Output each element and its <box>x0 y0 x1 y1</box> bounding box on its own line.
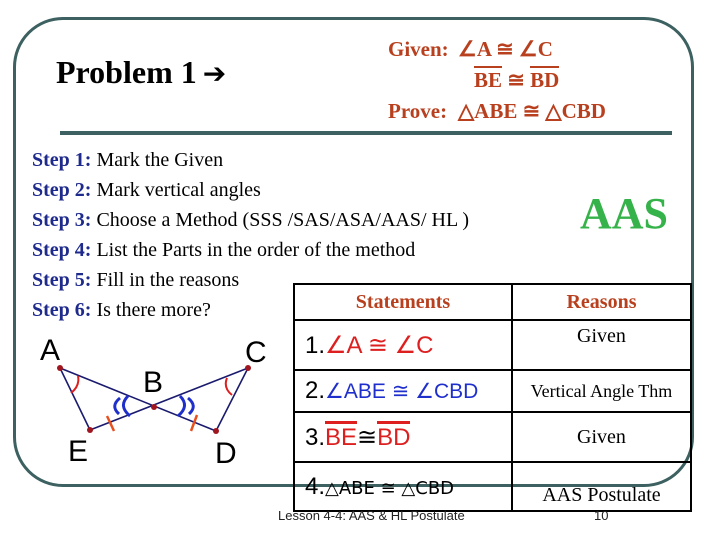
prove-label: Prove: <box>388 99 448 123</box>
step-text: Mark the Given <box>96 149 224 171</box>
row-number: 1. <box>305 331 326 359</box>
header-statements: Statements <box>293 283 513 321</box>
title-divider <box>60 131 672 135</box>
label-b: B <box>143 366 163 399</box>
step-text: List the Parts in the order of the metho… <box>96 239 416 261</box>
statement-cell: 1.∠A ≅ ∠C <box>293 319 513 371</box>
footer-page-number: 10 <box>594 508 609 523</box>
statement-text: ∠ABE ≅ ∠CBD <box>325 380 479 403</box>
row-number: 4. <box>305 472 326 500</box>
prove-statement: △ABE ≅ △CBD <box>458 99 606 123</box>
reason-cell: Vertical Angle Thm <box>511 369 692 413</box>
label-e: E <box>68 435 88 468</box>
angle-abe-mark <box>113 396 121 416</box>
segment-be: BE <box>474 66 503 92</box>
angle-a-mark <box>70 375 80 394</box>
table-row: 2.∠ABE ≅ ∠CBD Vertical Angle Thm <box>293 369 692 413</box>
vertex-e <box>87 427 93 433</box>
reason-cell: AAS Postulate <box>511 461 692 512</box>
row-number: 2. <box>305 377 326 404</box>
statement-cell: 3.BE≅BD <box>293 411 513 463</box>
given-prove-box: Given: ∠A ≅ ∠C BE ≅ BD Prove: △ABE ≅ △CBD <box>388 34 606 127</box>
footer-lesson: Lesson 4-4: AAS & HL Postulate <box>278 508 465 523</box>
step-label: Step 6: <box>32 299 92 321</box>
step-label: Step 4: <box>32 239 92 261</box>
segment-ae <box>59 367 91 431</box>
method-answer: AAS <box>580 189 669 238</box>
table-row: 1.∠A ≅ ∠C Given <box>293 319 692 371</box>
angle-c-mark <box>224 377 233 396</box>
step-item: Step 2: Mark vertical angles <box>32 175 469 205</box>
step-label: Step 3: <box>32 209 92 231</box>
slide-title: Problem 1 ➔ <box>56 54 226 91</box>
step-text: Is there more? <box>96 299 211 321</box>
congruent-symbol: ≅ <box>357 423 378 451</box>
step-text: Choose a Method (SSS /SAS/ASA/AAS/ HL ) <box>96 209 470 231</box>
table-row: 3.BE≅BD Given <box>293 411 692 463</box>
step-label: Step 2: <box>32 179 92 201</box>
segment-ad <box>59 367 217 432</box>
angle-cbd-mark <box>176 394 186 418</box>
statement-cell: 4.△ABE ≅ △CBD <box>293 461 513 512</box>
table-row: 4.△ABE ≅ △CBD AAS Postulate <box>293 461 692 512</box>
label-a: A <box>40 334 60 367</box>
given-segments-row: BE ≅ BD <box>388 65 606 96</box>
given-label: Given: <box>388 37 449 61</box>
reason-cell: Given <box>511 319 692 371</box>
given-row: Given: ∠A ≅ ∠C <box>388 34 606 65</box>
statement-text: ∠A ≅ ∠C <box>325 331 434 359</box>
statement-cell: 2.∠ABE ≅ ∠CBD <box>293 369 513 413</box>
vertex-d <box>213 428 219 434</box>
reason-cell: Given <box>511 411 692 463</box>
prove-row: Prove: △ABE ≅ △CBD <box>388 96 606 127</box>
proof-table: Statements Reasons 1.∠A ≅ ∠C Given 2.∠AB… <box>293 283 692 512</box>
title-text: Problem 1 <box>56 54 197 90</box>
segment-bd: BD <box>530 66 560 92</box>
step-item: Step 3: Choose a Method (SSS /SAS/ASA/AA… <box>32 205 469 235</box>
vertex-b <box>151 404 157 410</box>
label-d: D <box>215 437 237 470</box>
table-header-row: Statements Reasons <box>293 283 692 321</box>
segment-ec <box>89 367 249 431</box>
step-label: Step 1: <box>32 149 92 171</box>
step-item: Step 4: List the Parts in the order of t… <box>32 235 469 265</box>
row-number: 3. <box>305 423 326 451</box>
triangle-diagram: A B C D E <box>40 334 267 470</box>
statement-text: △ABE ≅ △CBD <box>325 477 455 499</box>
step-label: Step 5: <box>32 269 92 291</box>
header-reasons: Reasons <box>511 283 692 321</box>
segment-cd <box>215 367 249 432</box>
step-item: Step 1: Mark the Given <box>32 145 469 175</box>
angle-abe-mark <box>122 394 132 418</box>
label-c: C <box>245 336 267 369</box>
segment-be: BE <box>325 420 358 451</box>
right-arrow-icon: ➔ <box>202 57 227 90</box>
given-angles: ∠A ≅ ∠C <box>458 37 553 61</box>
angle-cbd-mark <box>187 396 195 416</box>
segment-bd: BD <box>377 420 411 451</box>
step-text: Fill in the reasons <box>96 269 240 291</box>
congruent-symbol: ≅ <box>507 68 525 92</box>
step-text: Mark vertical angles <box>96 179 261 201</box>
